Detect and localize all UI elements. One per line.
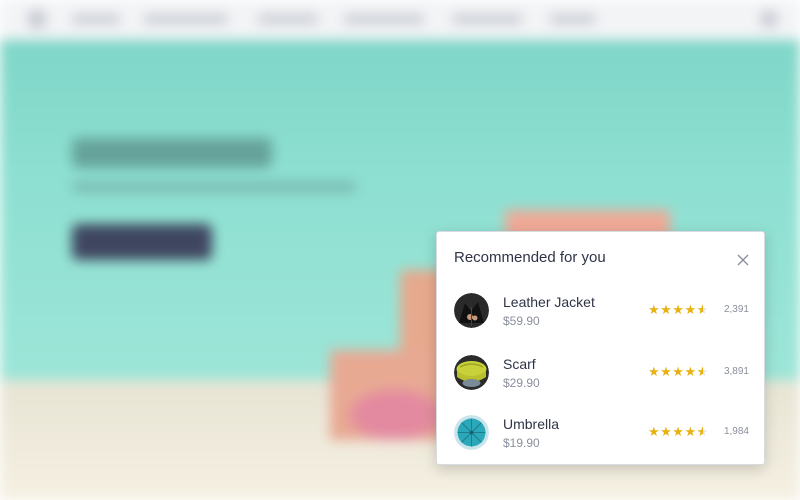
leather-jacket-thumbnail: [454, 293, 489, 328]
background-navbar: [0, 0, 800, 40]
item-name: Scarf: [503, 356, 536, 372]
item-price: $19.90: [503, 436, 540, 450]
list-item[interactable]: Scarf $29.90 ★★★★★ 3,891: [437, 355, 766, 405]
review-count: 2,391: [723, 304, 749, 315]
review-count: 1,984: [723, 426, 749, 437]
background-nav-item: [72, 14, 120, 24]
background-nav-item: [344, 14, 424, 24]
item-name: Leather Jacket: [503, 294, 595, 310]
background-nav-item: [452, 14, 522, 24]
item-price: $59.90: [503, 314, 540, 328]
star-rating: ★★★★★: [648, 425, 709, 438]
background-hero-subtitle: [72, 182, 356, 192]
item-name: Umbrella: [503, 416, 560, 432]
background-logo: [28, 10, 46, 28]
close-icon: [737, 254, 749, 266]
close-button[interactable]: [735, 252, 751, 268]
star-rating: ★★★★★: [648, 365, 709, 378]
background-hero-button: [72, 224, 212, 260]
recommendation-popup: Recommended for you Leather Jacket $59.9…: [436, 231, 765, 465]
umbrella-thumbnail: [454, 415, 489, 450]
star-rating: ★★★★★: [648, 303, 709, 316]
background-nav-item: [550, 14, 596, 24]
list-item[interactable]: Leather Jacket $59.90 ★★★★★ 2,391: [437, 293, 766, 343]
background-user-icon: [760, 10, 778, 28]
background-hero-title: [72, 138, 272, 168]
scarf-thumbnail: [454, 355, 489, 390]
background-product-shape: [350, 390, 440, 440]
popup-title: Recommended for you: [454, 249, 606, 266]
background-nav-item: [258, 14, 318, 24]
review-count: 3,891: [723, 366, 749, 377]
list-item[interactable]: Umbrella $19.90 ★★★★★ 1,984: [437, 415, 766, 465]
item-price: $29.90: [503, 376, 540, 390]
background-nav-item: [144, 14, 228, 24]
